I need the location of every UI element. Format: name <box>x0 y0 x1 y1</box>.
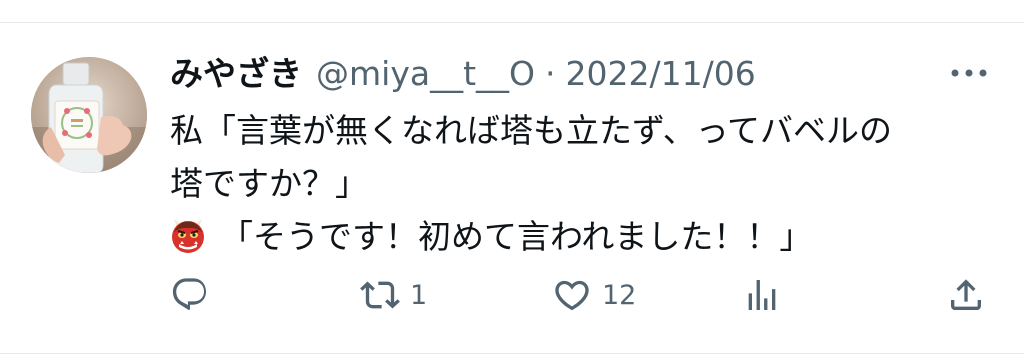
tweet-date[interactable]: 2022/11/06 <box>565 50 755 98</box>
analytics-icon <box>748 280 776 310</box>
tweet-card[interactable]: みやざき @miya__t__O · 2022/11/06 私「言葉が無くなれば… <box>0 0 1024 356</box>
divider <box>0 353 1024 354</box>
reply-icon <box>172 278 207 310</box>
author-name[interactable]: みやざき <box>170 50 302 98</box>
separator-dot: · <box>544 54 556 93</box>
analytics-button[interactable] <box>742 270 782 320</box>
tweet-text-line: 「そうです！初めて言われました！！」 <box>220 217 813 256</box>
reply-button[interactable] <box>170 270 210 320</box>
tweet-text-line: 塔ですか？」 <box>170 164 368 203</box>
tweet-text-line: 私「言葉が無くなれば塔も立たず、ってバベルの <box>170 111 893 150</box>
tweet-text: 私「言葉が無くなれば塔も立たず、ってバベルの 塔ですか？」 「そうです！初めて言… <box>170 104 990 263</box>
avatar[interactable] <box>31 57 147 173</box>
retweet-count: 1 <box>410 279 428 311</box>
retweet-button[interactable]: 1 <box>360 270 427 320</box>
tweet-actions: 1 12 <box>170 270 994 320</box>
tweet-header: みやざき @miya__t__O · 2022/11/06 <box>170 50 756 98</box>
retweet-icon <box>360 281 400 309</box>
like-count: 12 <box>602 279 637 311</box>
red-oni-mask-icon <box>172 219 204 253</box>
more-dots-icon <box>951 69 987 77</box>
heart-icon <box>555 280 589 311</box>
author-handle[interactable]: @miya__t__O <box>316 50 535 98</box>
tweet-text-line-with-emoji: 「そうです！初めて言われました！！」 <box>170 210 990 263</box>
more-options-button[interactable] <box>944 58 994 88</box>
like-button[interactable]: 12 <box>552 270 636 320</box>
share-button[interactable] <box>946 270 986 320</box>
divider <box>0 22 1024 23</box>
share-icon <box>951 279 981 310</box>
